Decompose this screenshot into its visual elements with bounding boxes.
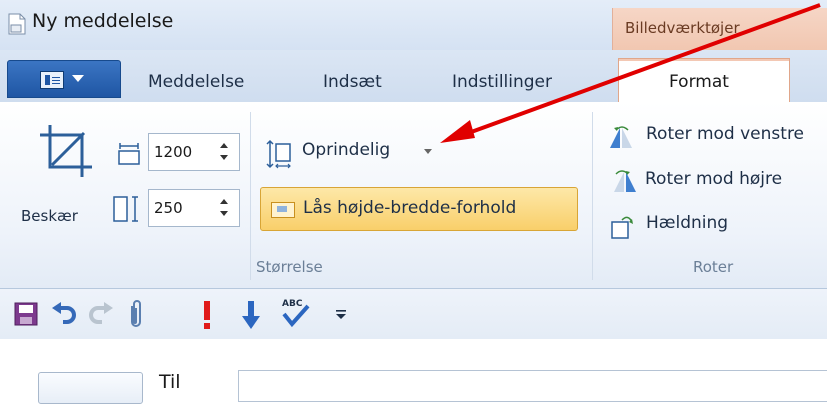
skew-button[interactable]: Hældning xyxy=(646,213,728,233)
high-importance-icon[interactable] xyxy=(200,300,214,330)
size-group-label: Størrelse xyxy=(256,258,323,276)
picture-tools-label: Billedværktøjer xyxy=(625,19,740,37)
skew-icon xyxy=(611,216,633,239)
crop-label[interactable]: Beskær xyxy=(21,207,78,225)
lock-aspect-ratio-label: Lås højde-bredde-forhold xyxy=(303,198,517,218)
picture-tools-header: Billedværktøjer xyxy=(612,8,827,50)
height-spinner[interactable]: 250 xyxy=(148,189,240,227)
customize-icon[interactable] xyxy=(335,308,347,320)
tab-format-label: Format xyxy=(669,72,729,92)
tab-format[interactable]: Format xyxy=(618,58,790,104)
rotate-right-button[interactable]: Roter mod højre xyxy=(645,169,782,189)
svg-text:ABC: ABC xyxy=(282,299,303,309)
tab-indstillinger[interactable]: Indstillinger xyxy=(452,72,552,92)
rotate-right-icon xyxy=(614,170,636,192)
width-spinner[interactable]: 1200 xyxy=(148,133,240,171)
to-field[interactable] xyxy=(238,370,827,402)
quick-access-toolbar xyxy=(0,289,827,339)
separator xyxy=(250,112,251,280)
file-menu-icon xyxy=(40,71,64,89)
window-title: Ny meddelelse xyxy=(32,10,174,32)
attach-icon[interactable] xyxy=(126,300,146,330)
to-label: Til xyxy=(159,371,181,393)
lock-aspect-ratio-button[interactable]: Lås højde-bredde-forhold xyxy=(260,187,578,231)
rotate-group-label: Roter xyxy=(693,258,734,276)
original-size-button[interactable]: Oprindelig xyxy=(302,140,390,160)
tab-meddelelse[interactable]: Meddelelse xyxy=(148,72,244,92)
save-icon[interactable] xyxy=(14,302,38,326)
height-value: 250 xyxy=(154,199,183,217)
tab-indsaet[interactable]: Indsæt xyxy=(323,72,382,92)
original-size-icon xyxy=(266,139,291,169)
spin-down-icon[interactable] xyxy=(220,211,228,216)
rotate-left-button[interactable]: Roter mod venstre xyxy=(646,124,804,144)
redo-icon[interactable] xyxy=(88,302,114,326)
new-message-icon xyxy=(8,13,26,35)
to-button[interactable] xyxy=(38,372,143,404)
rotate-left-icon xyxy=(610,126,632,148)
chevron-down-icon xyxy=(72,75,84,82)
spin-down-icon[interactable] xyxy=(220,155,228,160)
separator xyxy=(592,112,593,280)
undo-icon[interactable] xyxy=(51,302,77,326)
spelling-icon[interactable]: ABC xyxy=(280,296,310,328)
spin-up-icon[interactable] xyxy=(220,199,228,204)
chevron-down-icon[interactable] xyxy=(424,149,432,154)
spin-up-icon[interactable] xyxy=(220,143,228,148)
height-icon xyxy=(113,196,138,222)
width-icon xyxy=(118,143,140,165)
width-value: 1200 xyxy=(154,143,193,161)
crop-icon[interactable] xyxy=(38,123,94,179)
file-menu-button[interactable] xyxy=(7,60,121,98)
aspect-ratio-icon xyxy=(271,202,295,218)
low-importance-icon[interactable] xyxy=(240,300,262,330)
